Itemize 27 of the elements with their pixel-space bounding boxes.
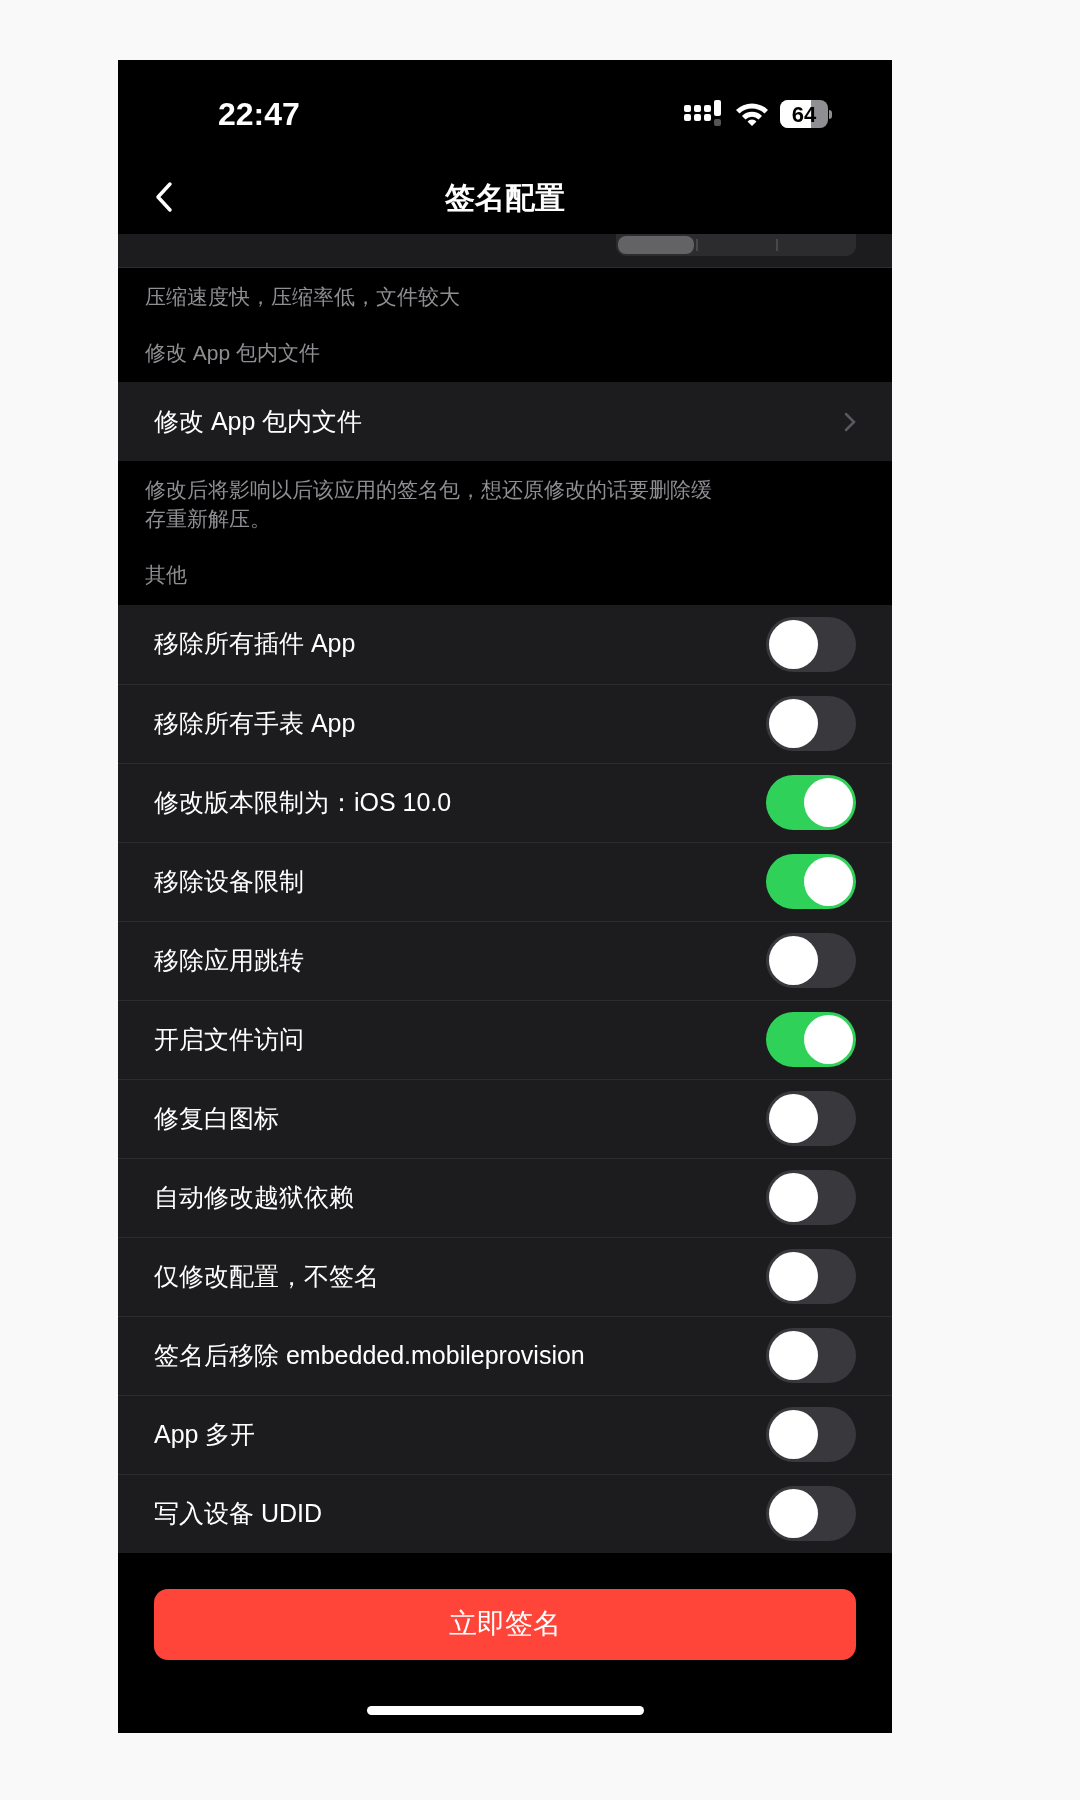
row-label: 写入设备 UDID xyxy=(154,1497,323,1529)
section-footer: 压缩速度快，压缩率低，文件较大 xyxy=(118,268,892,313)
row-label: 移除所有插件 App xyxy=(154,628,356,660)
section-footer: 修改后将影响以后该应用的签名包，想还原修改的话要删除缓存重新解压。 xyxy=(118,461,758,533)
chevron-icon xyxy=(844,411,856,432)
row-label: 开启文件访问 xyxy=(154,1023,304,1055)
row-label: 修改 App 包内文件 xyxy=(154,405,363,437)
section-header: 其他 xyxy=(144,562,188,588)
row-label: 仅修改配置，不签名 xyxy=(154,1260,379,1292)
wifi-icon xyxy=(734,101,770,127)
back-icon[interactable] xyxy=(154,181,174,213)
row-label: App 多开 xyxy=(154,1418,256,1450)
row-label: 移除应用跳转 xyxy=(154,944,304,976)
row-label: 签名后移除 embedded.mobileprovision xyxy=(154,1339,585,1371)
row-label: 修复白图标 xyxy=(154,1102,279,1134)
row-label: 移除所有手表 App xyxy=(154,707,356,739)
toggle-switch[interactable] xyxy=(766,1012,856,1067)
row-label: 自动修改越狱依赖 xyxy=(154,1181,354,1213)
signal-icon xyxy=(684,100,724,128)
row-label: 修改版本限制为：iOS 10.0 xyxy=(154,786,452,818)
status-time: 22:47 xyxy=(218,95,300,134)
section-header: 修改 App 包内文件 xyxy=(144,339,322,366)
nav-title: 签名配置 xyxy=(444,179,566,216)
list-row[interactable]: 修改 App 包内文件 xyxy=(118,382,892,461)
toggle-switch[interactable] xyxy=(766,854,856,909)
row-label: 移除设备限制 xyxy=(154,865,304,897)
toggle-switch[interactable] xyxy=(766,775,856,830)
